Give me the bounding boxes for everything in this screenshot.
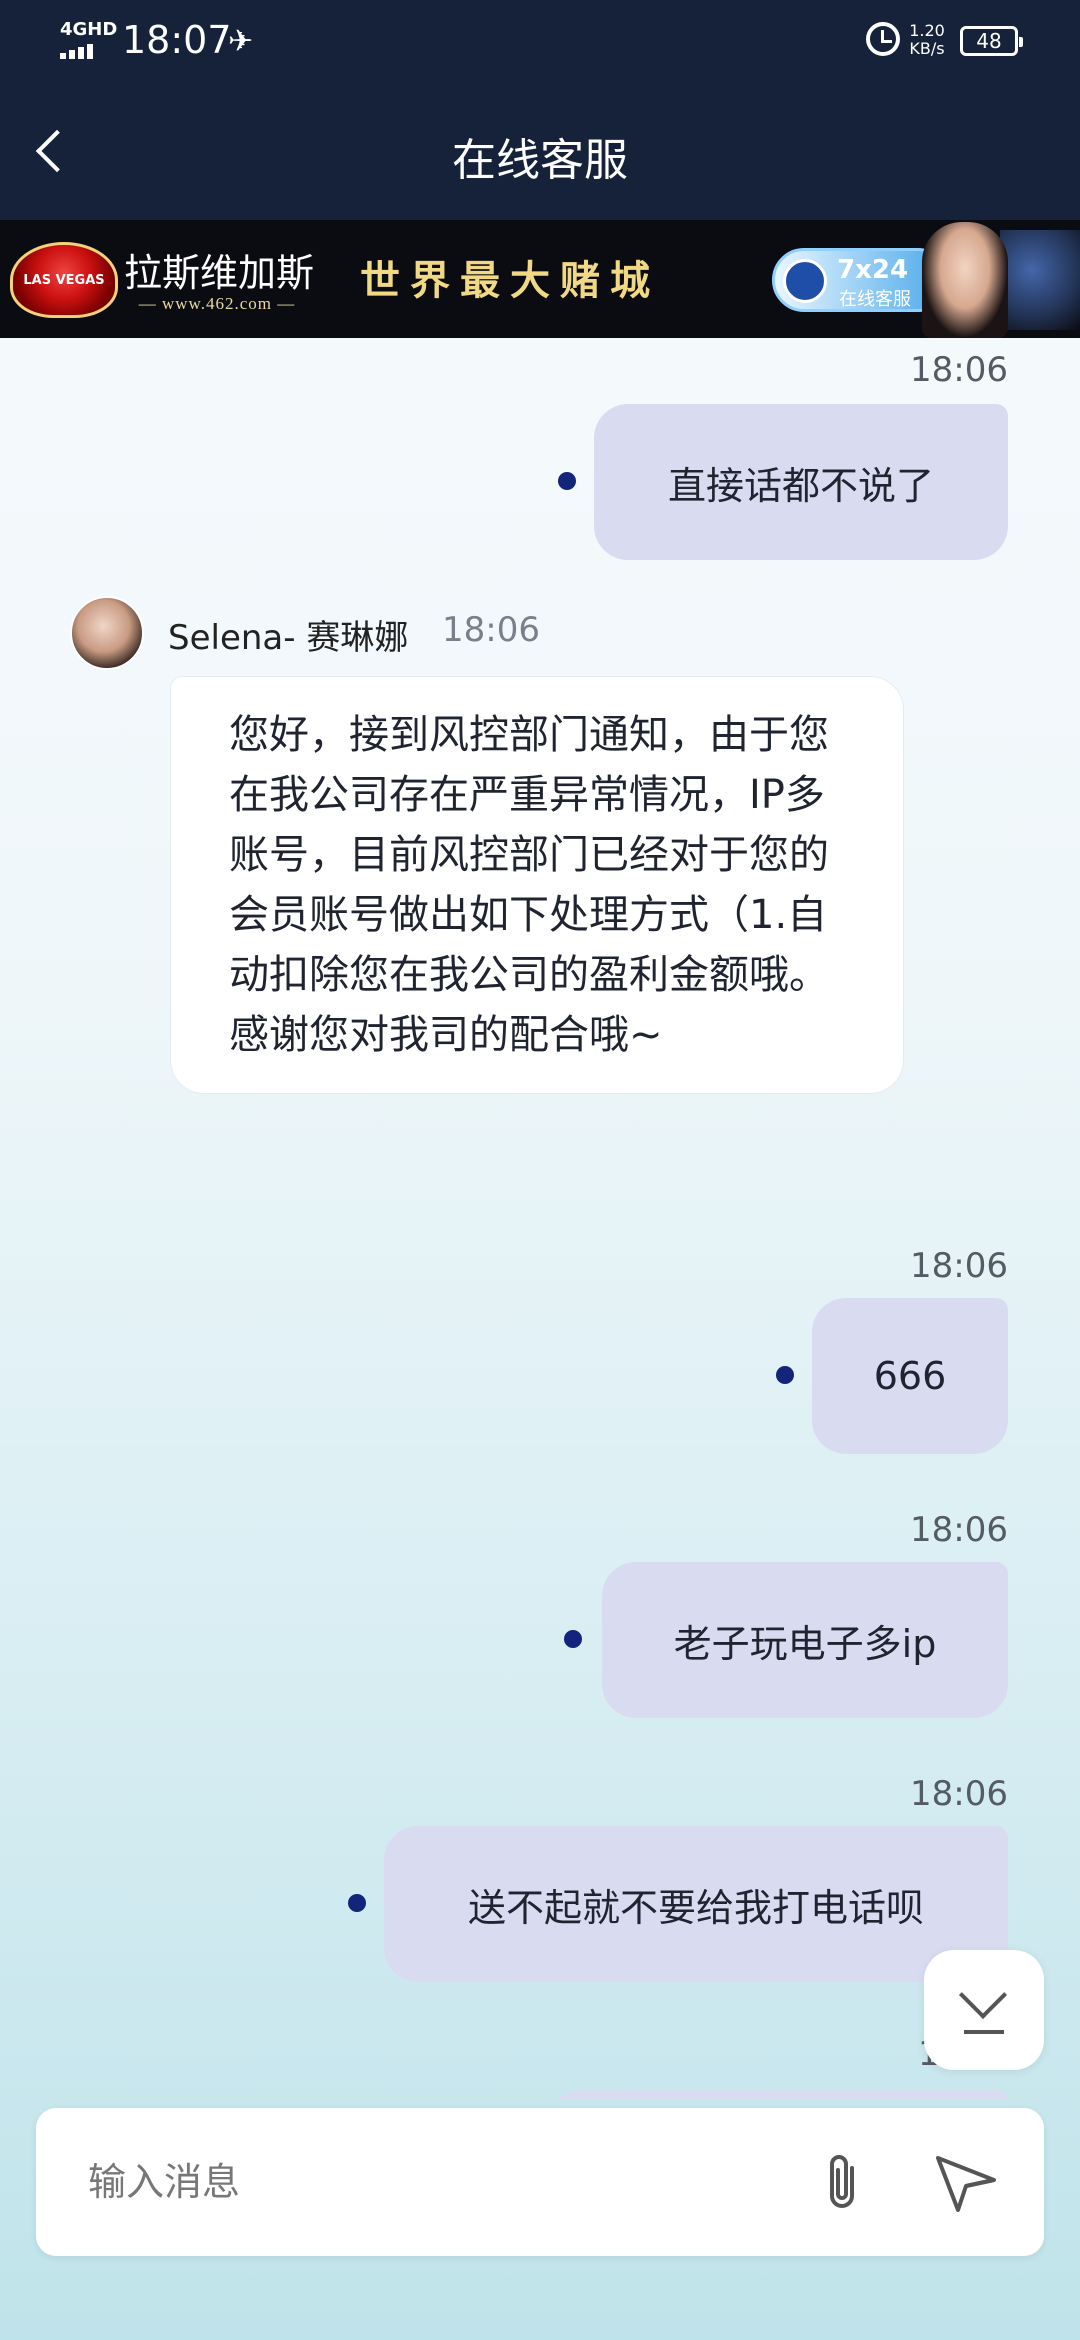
signal-icon [60,44,93,59]
agent-avatar[interactable] [70,596,144,670]
message-time: 18:06 [910,1774,1008,1814]
casino-chips-image [1000,230,1080,330]
outgoing-message[interactable]: 老子玩电子多ip [602,1562,1008,1718]
message-input[interactable] [88,2146,788,2218]
send-button[interactable] [930,2150,1002,2216]
outgoing-message-partial[interactable] [548,2090,1008,2100]
send-icon [936,2156,996,2212]
speed-unit: KB/s [909,39,945,58]
agent-name: Selena- 赛琳娜 [168,618,409,658]
attachment-button[interactable] [814,2150,870,2216]
page-title: 在线客服 [452,135,628,186]
agent-photo [922,222,1008,338]
badge-hours: 7x24 [837,255,909,285]
message-time: 18:06 [910,1510,1008,1550]
sent-status-dot [558,472,576,490]
network-speed: 1.20 KB/s [906,22,948,58]
headset-icon [783,259,827,303]
badge-label: 在线客服 [839,289,911,310]
banner-url: — www.462.com — [138,294,296,313]
scroll-to-bottom-button[interactable] [924,1950,1044,2070]
bottom-bar-icon [964,2030,1004,2034]
sent-status-dot [348,1894,366,1912]
header: 在线客服 [0,80,1080,220]
message-time: 18:06 [910,350,1008,390]
message-time: 18:06 [910,1246,1008,1286]
chevron-down-icon [958,1970,1008,2020]
paperclip-icon [830,2155,854,2208]
outgoing-message[interactable]: 送不起就不要给我打电话呗 [384,1826,1008,1982]
logo-text: LAS VEGAS [23,273,105,288]
banner-brand-name: 拉斯维加斯 [124,251,315,295]
message-list[interactable]: 18:06 直接话都不说了 Selena- 赛琳娜 18:06 您好，接到风控部… [0,338,1080,2100]
ad-banner[interactable]: LAS VEGAS 拉斯维加斯 — www.462.com — 世界最大赌城 7… [0,220,1080,338]
sent-status-dot [776,1366,794,1384]
network-type: 4GHD [60,19,118,40]
sent-status-dot [564,1630,582,1648]
outgoing-message[interactable]: 直接话都不说了 [594,404,1008,560]
battery-icon: 48 [960,26,1023,56]
message-composer [36,2108,1044,2256]
status-bar: 4GHD 18:07 ✈ 1.20 KB/s 48 [0,0,1080,80]
banner-slogan: 世界最大赌城 [360,257,660,304]
incoming-message[interactable]: 您好，接到风控部门通知，由于您在我公司存在严重异常情况，IP多账号，目前风控部门… [170,676,904,1094]
agent-message-time: 18:06 [442,610,540,650]
status-time: 18:07 [122,18,232,62]
notification-icon: ✈ [228,24,254,59]
alarm-icon [866,22,900,56]
outgoing-message[interactable]: 666 [812,1298,1008,1454]
speed-value: 1.20 [909,21,945,40]
las-vegas-logo: LAS VEGAS [10,242,118,318]
